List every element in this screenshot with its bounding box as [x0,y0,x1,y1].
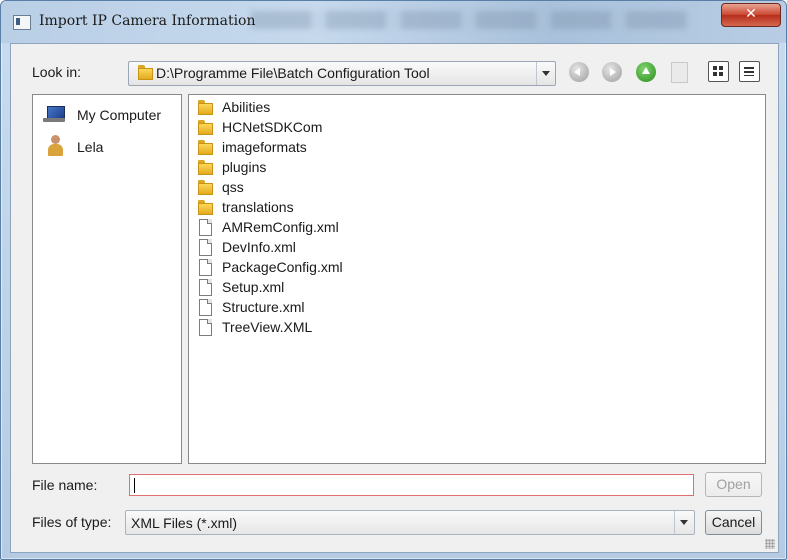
parent-directory-icon[interactable] [636,62,656,82]
file-icon [199,259,212,276]
list-view-icon[interactable] [739,61,760,82]
file-icon [199,299,212,316]
computer-icon [43,106,65,122]
sidebar-places: My Computer Lela [32,94,182,464]
detail-view-icon[interactable] [708,61,729,82]
forward-arrow-icon[interactable] [602,62,622,82]
app-window-icon [13,15,31,30]
resize-grip-icon[interactable] [765,539,775,549]
folder-icon [198,160,213,175]
dialog-body: Look in: D:\Programme File\Batch Configu… [10,43,779,553]
cancel-button[interactable]: Cancel [705,510,762,535]
folder-icon [198,120,213,135]
new-folder-icon[interactable] [671,62,688,83]
file-icon [199,239,212,256]
user-folder-icon [47,135,63,157]
back-arrow-icon[interactable] [569,62,589,82]
sidebar-item-label: My Computer [77,107,162,123]
file-icon [199,219,212,236]
title-bar[interactable]: Import IP Camera Information ✕ [1,1,786,43]
files-of-type-value: XML Files (*.xml) [131,515,238,531]
close-button[interactable]: ✕ [721,3,781,27]
files-of-type-select[interactable]: XML Files (*.xml) [125,510,695,535]
folder-icon [198,200,213,215]
file-icon [199,279,212,296]
folder-icon [198,140,213,155]
look-in-combo[interactable]: D:\Programme File\Batch Configuration To… [128,61,556,86]
look-in-path: D:\Programme File\Batch Configuration To… [156,65,430,81]
folder-icon [198,180,213,195]
text-caret [134,478,135,493]
folder-icon [138,65,153,80]
file-list: Abilities HCNetSDKCom imageformats plugi… [188,94,766,464]
chevron-down-icon[interactable] [536,62,555,85]
file-name-label: File name: [32,477,98,493]
folder-icon [198,100,213,115]
file-icon [199,319,212,336]
window-title: Import IP Camera Information [39,13,256,29]
blurred-background-title [251,11,691,29]
open-button[interactable]: Open [705,472,762,497]
import-dialog-window: Import IP Camera Information ✕ Look in: … [0,0,787,560]
files-of-type-label: Files of type: [32,514,112,530]
look-in-label: Look in: [32,64,82,80]
chevron-down-icon[interactable] [674,511,694,534]
sidebar-item-label: Lela [77,139,104,155]
file-name-input[interactable] [129,474,694,496]
